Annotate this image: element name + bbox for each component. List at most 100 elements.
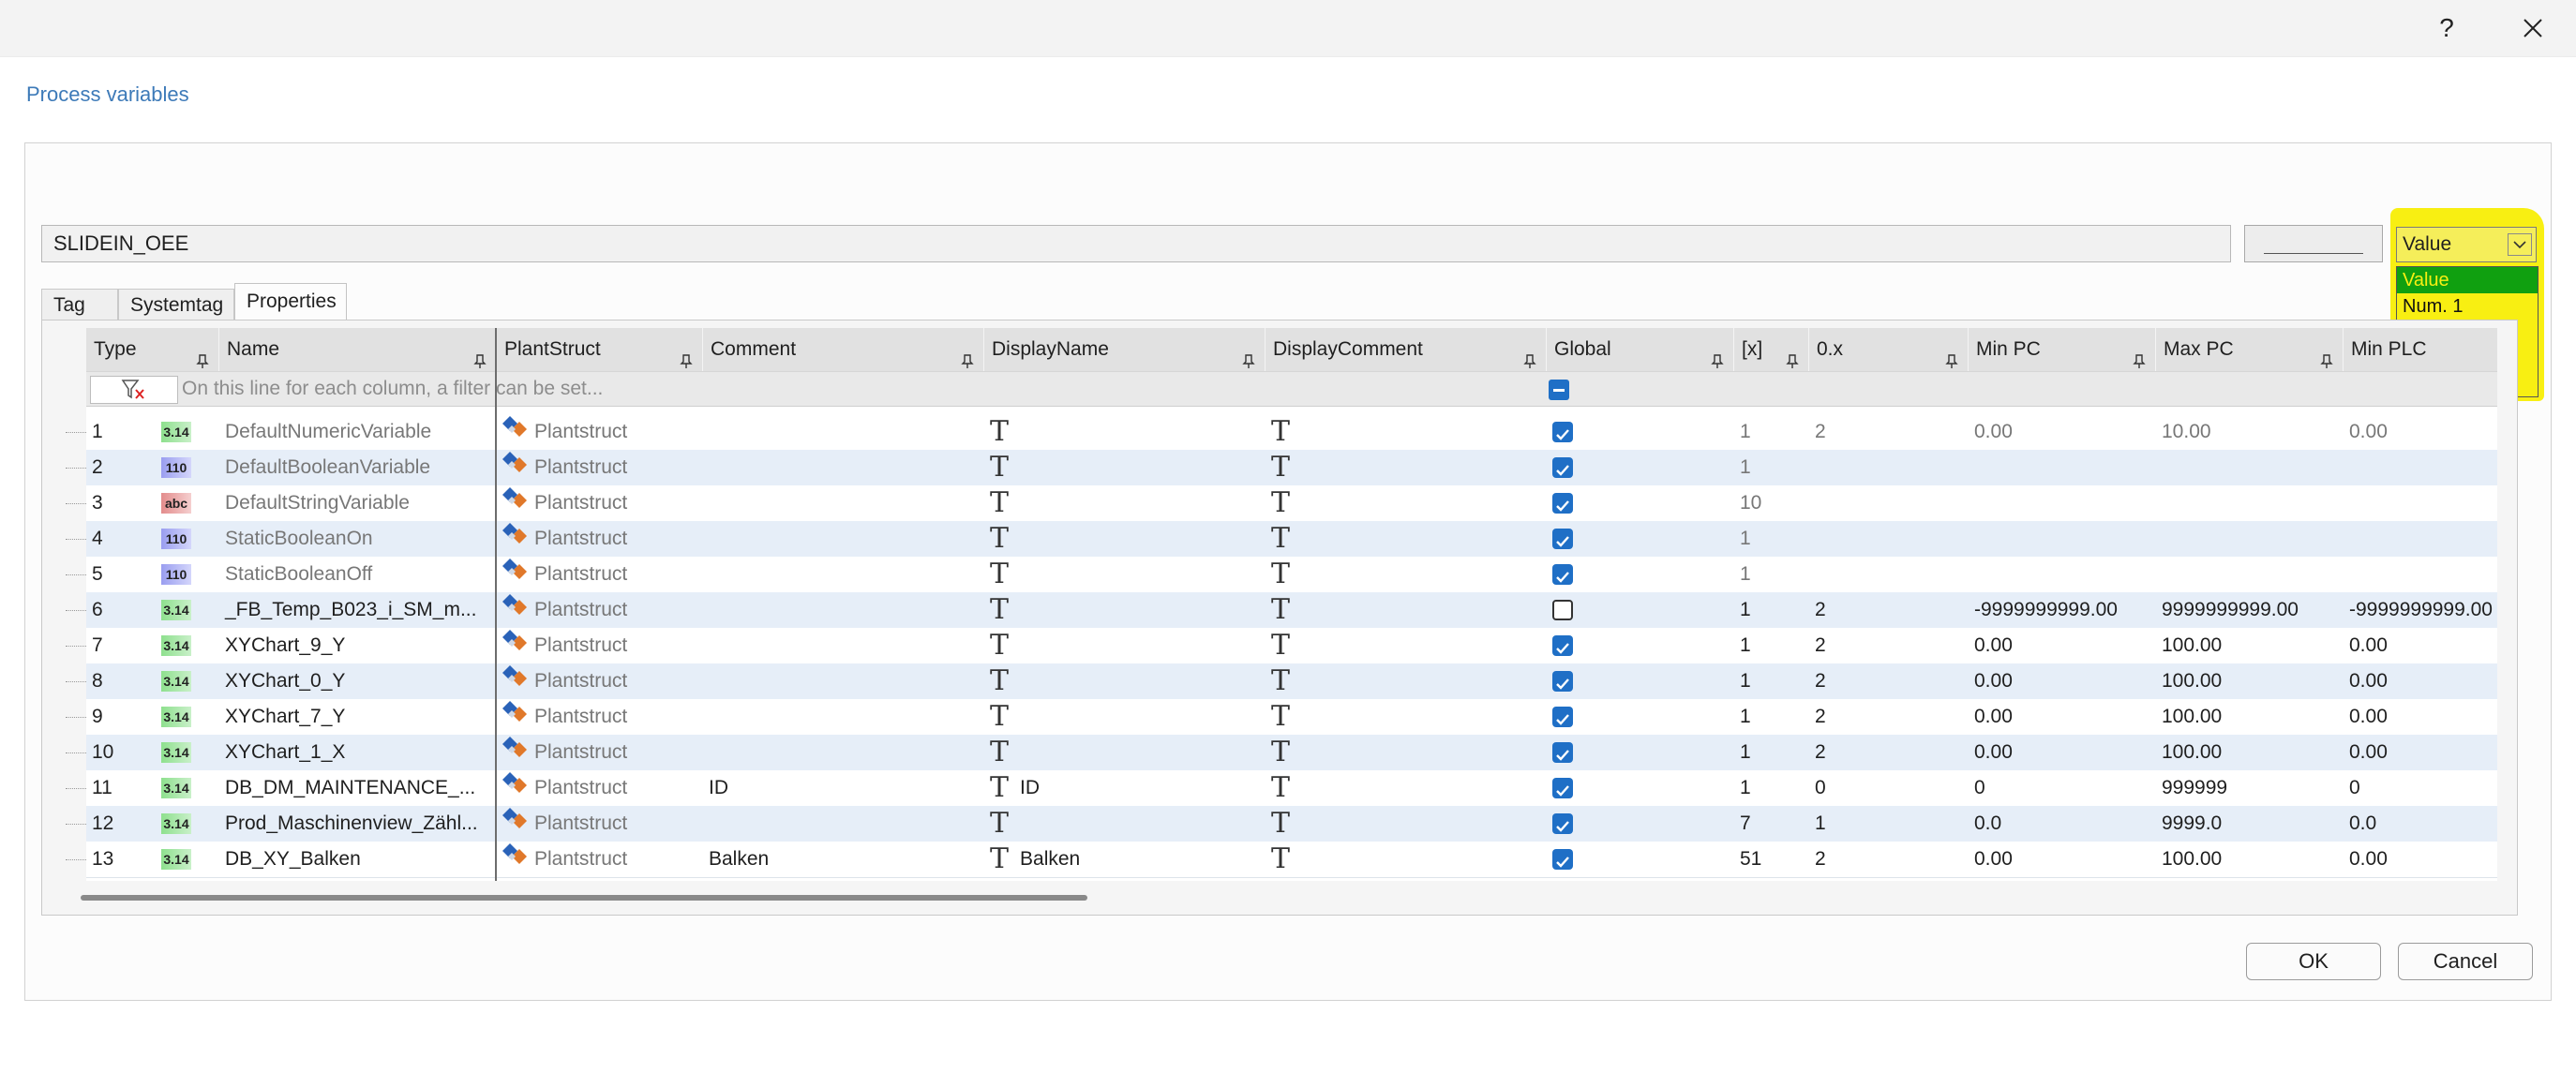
pin-icon[interactable] <box>961 342 974 371</box>
ok-button[interactable]: OK <box>2246 943 2381 980</box>
min-plc-cell[interactable]: 0.0 <box>2344 806 2497 842</box>
comment-cell[interactable] <box>703 450 984 485</box>
horizontal-scrollbar[interactable] <box>81 895 1087 901</box>
array-size-cell[interactable]: 1 <box>1734 592 1809 628</box>
array-size-cell[interactable]: 1 <box>1734 414 1809 450</box>
decimals-cell[interactable]: 1 <box>1809 806 1969 842</box>
max-pc-cell[interactable] <box>2156 485 2344 521</box>
array-size-cell[interactable]: 10 <box>1734 485 1809 521</box>
display-comment-cell[interactable]: T <box>1266 450 1547 485</box>
plantstruct-cell[interactable]: Plantstruct <box>497 628 703 663</box>
global-checkbox[interactable] <box>1552 742 1573 763</box>
display-comment-cell[interactable]: T <box>1266 663 1547 699</box>
display-name-cell[interactable]: T <box>984 628 1266 663</box>
display-name-cell[interactable]: T ID <box>984 770 1266 806</box>
decimals-cell[interactable]: 2 <box>1809 592 1969 628</box>
comment-cell[interactable]: Balken <box>703 842 984 877</box>
array-size-cell[interactable]: 1 <box>1734 735 1809 770</box>
tab-tag[interactable]: Tag <box>41 289 118 320</box>
plantstruct-cell[interactable]: Plantstruct <box>497 663 703 699</box>
min-pc-cell[interactable]: 0.0 <box>1969 806 2156 842</box>
column-header-type[interactable]: Type <box>86 328 219 371</box>
array-size-cell[interactable]: 1 <box>1734 450 1809 485</box>
display-comment-cell[interactable]: T <box>1266 735 1547 770</box>
pin-icon[interactable] <box>1786 342 1799 371</box>
min-pc-cell[interactable]: 0.00 <box>1969 663 2156 699</box>
table-row[interactable]: 2 110 DefaultBooleanVariable Plantstruct T T 1 <box>86 450 2497 486</box>
min-plc-cell[interactable]: 0.00 <box>2344 735 2497 770</box>
global-checkbox[interactable] <box>1552 778 1573 798</box>
decimals-cell[interactable] <box>1809 557 1969 592</box>
plantstruct-cell[interactable]: Plantstruct <box>497 735 703 770</box>
column-header-0-x[interactable]: 0.x <box>1809 328 1969 371</box>
display-name-cell[interactable]: T Balken <box>984 842 1266 877</box>
min-plc-cell[interactable] <box>2344 485 2497 521</box>
decimals-cell[interactable] <box>1809 521 1969 557</box>
plantstruct-cell[interactable]: Plantstruct <box>497 414 703 450</box>
name-cell[interactable]: XYChart_7_Y <box>219 699 497 735</box>
filter-clear-button[interactable] <box>90 376 178 404</box>
table-row[interactable]: 6 3.14 _FB_Temp_B023_i_SM_m... Plantstruct T… <box>86 592 2497 629</box>
display-name-cell[interactable]: T <box>984 806 1266 842</box>
table-row[interactable]: 12 3.14 Prod_Maschinenview_Zähl... Plantstr… <box>86 806 2497 842</box>
min-plc-cell[interactable]: 0.00 <box>2344 842 2497 877</box>
pin-icon[interactable] <box>1242 342 1255 371</box>
min-plc-cell[interactable]: 0.00 <box>2344 699 2497 735</box>
table-row[interactable]: 9 3.14 XYChart_7_Y Plantstruct T T 1 2 0.00 100.0… <box>86 699 2497 736</box>
display-name-cell[interactable]: T <box>984 592 1266 628</box>
comment-cell[interactable] <box>703 592 984 628</box>
max-pc-cell[interactable]: 9999999999.00 <box>2156 592 2344 628</box>
column-header-plantstruct[interactable]: PlantStruct <box>497 328 703 371</box>
min-pc-cell[interactable]: 0.00 <box>1969 414 2156 450</box>
plantstruct-cell[interactable]: Plantstruct <box>497 699 703 735</box>
display-comment-cell[interactable]: T <box>1266 414 1547 450</box>
max-pc-cell[interactable] <box>2156 557 2344 592</box>
global-checkbox[interactable] <box>1552 529 1573 549</box>
array-size-cell[interactable]: 1 <box>1734 663 1809 699</box>
display-name-cell[interactable]: T <box>984 699 1266 735</box>
plantstruct-cell[interactable]: Plantstruct <box>497 450 703 485</box>
plantstruct-cell[interactable]: Plantstruct <box>497 521 703 557</box>
array-size-cell[interactable]: 1 <box>1734 521 1809 557</box>
table-row[interactable]: 10 3.14 XYChart_1_X Plantstruct T T 1 2 0.00 100.… <box>86 735 2497 771</box>
pin-icon[interactable] <box>680 342 693 371</box>
display-name-cell[interactable]: T <box>984 521 1266 557</box>
max-pc-cell[interactable]: 100.00 <box>2156 699 2344 735</box>
min-plc-cell[interactable]: 0.00 <box>2344 663 2497 699</box>
max-pc-cell[interactable]: 999999 <box>2156 770 2344 806</box>
name-cell[interactable]: Prod_Maschinenview_Zähl... <box>219 806 497 842</box>
column-header-global[interactable]: Global <box>1547 328 1734 371</box>
filter-row[interactable]: On this line for each column, a filter c… <box>86 371 2497 407</box>
table-row[interactable]: 11 3.14 DB_DM_MAINTENANCE_... Plantstruct ID… <box>86 770 2497 807</box>
display-comment-cell[interactable]: T <box>1266 485 1547 521</box>
global-checkbox[interactable] <box>1552 707 1573 727</box>
global-checkbox[interactable] <box>1552 671 1573 692</box>
chevron-down-icon[interactable] <box>2508 233 2532 256</box>
help-button[interactable]: ? <box>2419 7 2475 49</box>
min-plc-cell[interactable]: -9999999999.00 <box>2344 592 2497 628</box>
max-pc-cell[interactable] <box>2156 521 2344 557</box>
comment-cell[interactable]: ID <box>703 770 984 806</box>
min-pc-cell[interactable]: 0.00 <box>1969 699 2156 735</box>
global-checkbox[interactable] <box>1552 635 1573 656</box>
pin-icon[interactable] <box>473 342 487 371</box>
comment-cell[interactable] <box>703 806 984 842</box>
pin-icon[interactable] <box>1945 342 1958 371</box>
pin-icon[interactable] <box>1523 342 1536 371</box>
decimals-cell[interactable]: 2 <box>1809 699 1969 735</box>
global-checkbox[interactable] <box>1552 493 1573 514</box>
display-name-cell[interactable]: T <box>984 450 1266 485</box>
array-size-cell[interactable]: 1 <box>1734 557 1809 592</box>
dropdown-option[interactable]: Value <box>2397 267 2538 293</box>
column-header-name[interactable]: Name <box>219 328 497 371</box>
global-filter-checkbox[interactable] <box>1549 380 1569 400</box>
table-row[interactable]: 1 3.14 DefaultNumericVariable Plantstruct T T… <box>86 414 2497 451</box>
decimals-cell[interactable]: 2 <box>1809 735 1969 770</box>
global-checkbox[interactable] <box>1552 849 1573 870</box>
decimals-cell[interactable]: 2 <box>1809 842 1969 877</box>
global-checkbox[interactable] <box>1552 813 1573 834</box>
array-size-cell[interactable]: 1 <box>1734 628 1809 663</box>
global-checkbox[interactable] <box>1552 457 1573 478</box>
column-header-max-pc[interactable]: Max PC <box>2156 328 2344 371</box>
min-pc-cell[interactable]: 0 <box>1969 770 2156 806</box>
